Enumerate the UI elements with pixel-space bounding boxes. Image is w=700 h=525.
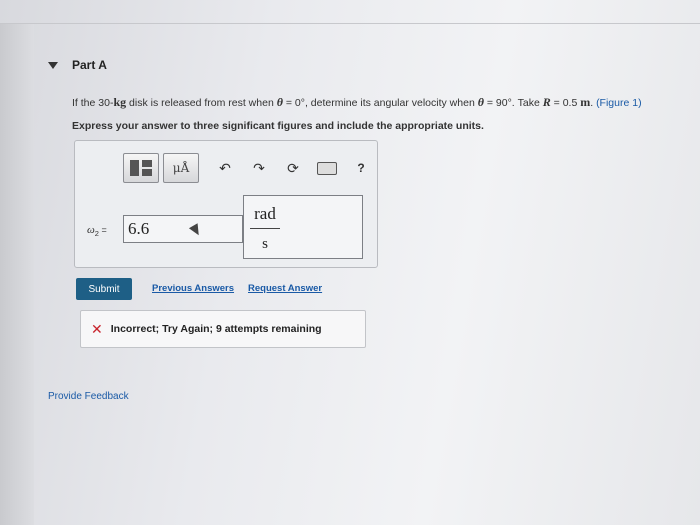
unit-denominator: s (262, 236, 268, 252)
provide-feedback-link[interactable]: Provide Feedback (48, 391, 129, 402)
fraction-line (250, 228, 280, 229)
submit-button[interactable]: Submit (76, 278, 132, 300)
keyboard-icon (317, 161, 337, 175)
instruction-text: Express your answer to three significant… (72, 120, 484, 132)
undo-icon[interactable]: ↶ (213, 156, 237, 180)
unit-numerator: rad (254, 204, 276, 223)
keyboard-button[interactable] (315, 156, 339, 180)
answer-value-input[interactable]: 6.6 (123, 215, 243, 243)
math-toolbar: μÅ ↶ ↷ ⟳ ? (123, 153, 373, 183)
units-icon: μÅ (172, 161, 190, 175)
help-icon: ? (357, 161, 365, 175)
part-header[interactable]: Part A (48, 58, 107, 72)
help-button[interactable]: ? (349, 156, 373, 180)
incorrect-x-icon: ✕ (91, 320, 103, 337)
feedback-message: Incorrect; Try Again; 9 attempts remaini… (110, 323, 322, 335)
left-edge-panel (0, 24, 34, 525)
reset-icon[interactable]: ⟳ (281, 156, 305, 180)
figure-link[interactable]: (Figure 1) (596, 97, 642, 109)
units-button[interactable]: μÅ (163, 153, 199, 183)
templates-button[interactable] (123, 153, 159, 183)
request-answer-link[interactable]: Request Answer (248, 283, 322, 294)
redo-icon[interactable]: ↷ (247, 156, 271, 180)
answer-unit-input[interactable]: rad s (243, 195, 363, 259)
top-divider (0, 23, 700, 24)
answer-box: μÅ ↶ ↷ ⟳ ? ω2 = 6.6 rad s (74, 140, 378, 268)
collapse-caret-icon[interactable] (48, 61, 58, 69)
question-text: If the 30-kg disk is released from rest … (72, 95, 642, 109)
answer-variable-label: ω2 = (87, 224, 107, 238)
templates-icon (130, 160, 152, 176)
part-label: Part A (72, 58, 107, 72)
feedback-message-box: ✕ Incorrect; Try Again; 9 attempts remai… (80, 310, 366, 348)
previous-answers-link[interactable]: Previous Answers (152, 283, 234, 294)
